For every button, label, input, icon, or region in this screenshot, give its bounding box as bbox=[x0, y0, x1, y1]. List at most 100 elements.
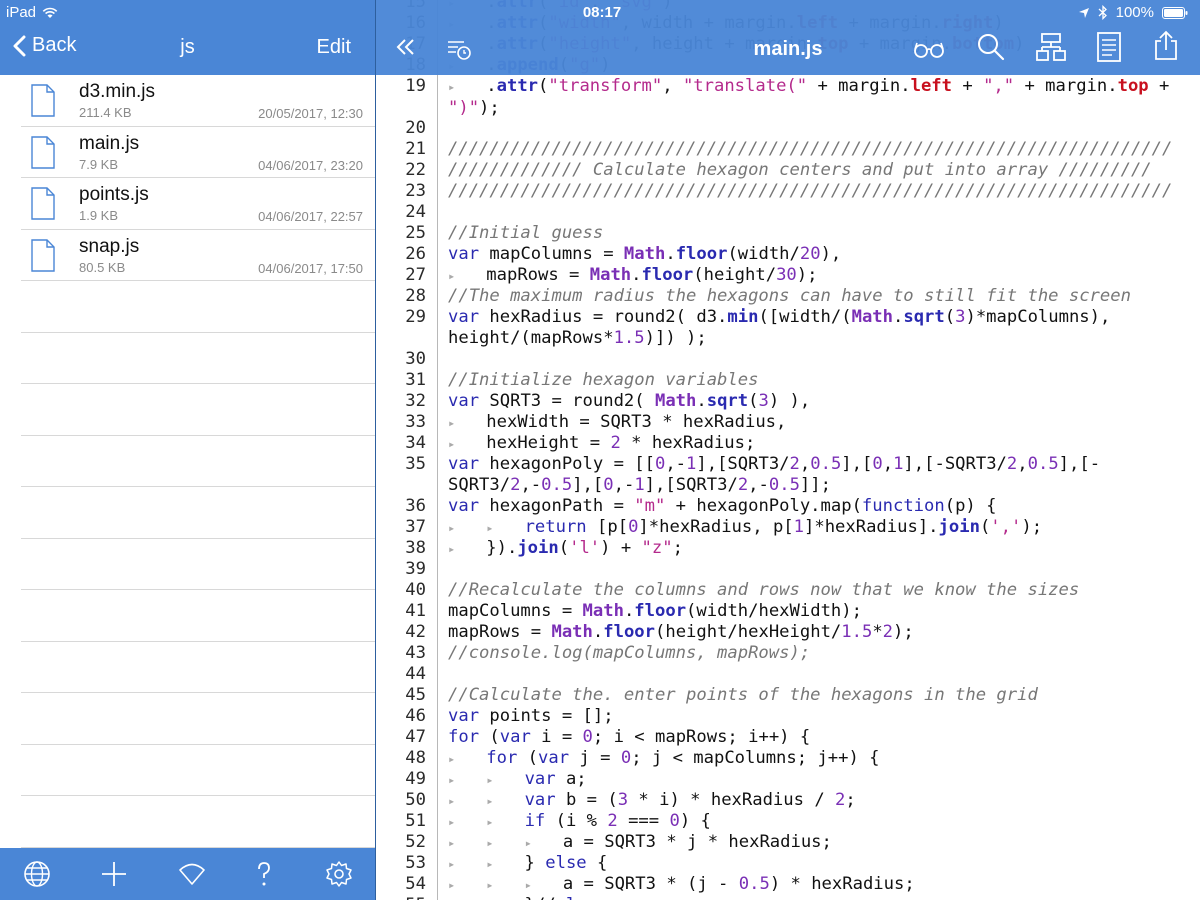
code-line[interactable]: 49 ▸ ▸ var a; bbox=[376, 769, 1200, 790]
code-line[interactable]: 32 var SQRT3 = round2( Math.sqrt(3) ), bbox=[376, 391, 1200, 412]
file-row[interactable]: points.js 1.9 KB 04/06/2017, 22:57 bbox=[21, 178, 375, 230]
code-text[interactable]: //The maximum radius the hexagons can ha… bbox=[448, 286, 1180, 307]
line-number[interactable]: 35 bbox=[376, 454, 426, 475]
code-text[interactable]: //Initialize hexagon variables bbox=[448, 370, 1180, 391]
code-text[interactable]: mapColumns = Math.floor(width/hexWidth); bbox=[448, 601, 1180, 622]
code-line[interactable]: 45 //Calculate the. enter points of the h… bbox=[376, 685, 1200, 706]
line-number[interactable]: 54 bbox=[376, 874, 426, 895]
line-number[interactable]: 19 bbox=[376, 76, 426, 97]
code-text[interactable]: var SQRT3 = round2( Math.sqrt(3) ), bbox=[448, 391, 1180, 412]
code-line[interactable]: 36 var hexagonPath = "m" + hexagonPoly.ma… bbox=[376, 496, 1200, 517]
code-line[interactable]: 29 var hexRadius = round2( d3.min([width/… bbox=[376, 307, 1200, 349]
code-line[interactable]: 46 var points = []; bbox=[376, 706, 1200, 727]
line-number[interactable]: 22 bbox=[376, 160, 426, 181]
code-text[interactable]: ////////////////////////////////////////… bbox=[448, 181, 1180, 202]
line-number[interactable]: 44 bbox=[376, 664, 426, 685]
code-editor[interactable]: 15▸ .attr("id", "svg")16▸ .attr("width",… bbox=[376, 0, 1200, 900]
help-icon[interactable] bbox=[250, 860, 278, 888]
search-icon[interactable] bbox=[976, 32, 1006, 62]
line-number[interactable]: 51 bbox=[376, 811, 426, 832]
line-number[interactable]: 28 bbox=[376, 286, 426, 307]
line-number[interactable]: 40 bbox=[376, 580, 426, 601]
line-number[interactable]: 32 bbox=[376, 391, 426, 412]
line-number[interactable]: 50 bbox=[376, 790, 426, 811]
code-text[interactable]: ▸ hexWidth = SQRT3 * hexRadius, bbox=[448, 412, 1180, 434]
code-text[interactable]: var hexRadius = round2( d3.min([width/(M… bbox=[448, 307, 1180, 349]
plus-icon[interactable] bbox=[100, 860, 128, 888]
code-line[interactable]: 26 var mapColumns = Math.floor(width/20), bbox=[376, 244, 1200, 265]
code-text[interactable]: ▸ ▸ if (i % 2 === 0) { bbox=[448, 811, 1180, 833]
line-number[interactable]: 20 bbox=[376, 118, 426, 139]
edit-button[interactable]: Edit bbox=[317, 36, 351, 59]
code-text[interactable]: //Recalculate the columns and rows now t… bbox=[448, 580, 1180, 601]
code-line[interactable]: 24 bbox=[376, 202, 1200, 223]
back-button[interactable]: Back bbox=[12, 34, 76, 57]
line-number[interactable]: 49 bbox=[376, 769, 426, 790]
file-row[interactable]: snap.js 80.5 KB 04/06/2017, 17:50 bbox=[21, 230, 375, 281]
code-text[interactable]: ▸ ▸ }//else bbox=[448, 895, 1180, 900]
code-line[interactable]: 33 ▸ hexWidth = SQRT3 * hexRadius, bbox=[376, 412, 1200, 433]
line-number[interactable]: 26 bbox=[376, 244, 426, 265]
code-line[interactable]: 25 //Initial guess bbox=[376, 223, 1200, 244]
code-text[interactable]: ▸ ▸ ▸ a = SQRT3 * j * hexRadius; bbox=[448, 832, 1180, 854]
code-line[interactable]: 54 ▸ ▸ ▸ a = SQRT3 * (j - 0.5) * hexRadiu… bbox=[376, 874, 1200, 895]
file-row[interactable]: d3.min.js 211.4 KB 20/05/2017, 12:30 bbox=[21, 75, 375, 127]
code-text[interactable]: mapRows = Math.floor(height/hexHeight/1.… bbox=[448, 622, 1180, 643]
share-icon[interactable] bbox=[1151, 30, 1181, 60]
code-line[interactable]: 43 //console.log(mapColumns, mapRows); bbox=[376, 643, 1200, 664]
line-number[interactable]: 46 bbox=[376, 706, 426, 727]
gear-icon[interactable] bbox=[325, 860, 353, 888]
code-text[interactable]: //Initial guess bbox=[448, 223, 1180, 244]
code-text[interactable]: ▸ ▸ ▸ a = SQRT3 * (j - 0.5) * hexRadius; bbox=[448, 874, 1180, 896]
code-line[interactable]: 44 bbox=[376, 664, 1200, 685]
code-text[interactable]: ▸ ▸ var a; bbox=[448, 769, 1180, 791]
code-text[interactable]: var hexagonPoly = [[0,-1],[SQRT3/2,0.5],… bbox=[448, 454, 1180, 496]
line-number[interactable]: 48 bbox=[376, 748, 426, 769]
line-number[interactable]: 52 bbox=[376, 832, 426, 853]
code-text[interactable]: var points = []; bbox=[448, 706, 1180, 727]
line-number[interactable]: 23 bbox=[376, 181, 426, 202]
code-area[interactable]: 15▸ .attr("id", "svg")16▸ .attr("width",… bbox=[376, 0, 1200, 900]
code-line[interactable]: 28 //The maximum radius the hexagons can … bbox=[376, 286, 1200, 307]
code-line[interactable]: 48 ▸ for (var j = 0; j < mapColumns; j++)… bbox=[376, 748, 1200, 769]
code-text[interactable]: var mapColumns = Math.floor(width/20), bbox=[448, 244, 1180, 265]
code-line[interactable]: 52 ▸ ▸ ▸ a = SQRT3 * j * hexRadius; bbox=[376, 832, 1200, 853]
code-line[interactable]: 40 //Recalculate the columns and rows now… bbox=[376, 580, 1200, 601]
code-text[interactable]: var hexagonPath = "m" + hexagonPoly.map(… bbox=[448, 496, 1180, 517]
line-number[interactable]: 42 bbox=[376, 622, 426, 643]
line-number[interactable]: 43 bbox=[376, 643, 426, 664]
history-icon[interactable] bbox=[446, 36, 472, 62]
code-line[interactable]: 47 for (var i = 0; i < mapRows; i++) { bbox=[376, 727, 1200, 748]
structure-icon[interactable] bbox=[1036, 32, 1066, 62]
code-line[interactable]: 31 //Initialize hexagon variables bbox=[376, 370, 1200, 391]
line-number[interactable]: 53 bbox=[376, 853, 426, 874]
code-line[interactable]: 27 ▸ mapRows = Math.floor(height/30); bbox=[376, 265, 1200, 286]
code-text[interactable]: //Calculate the. enter points of the hex… bbox=[448, 685, 1180, 706]
code-line[interactable]: 19 ▸ .attr("transform", "translate(" + ma… bbox=[376, 76, 1200, 118]
line-number[interactable]: 25 bbox=[376, 223, 426, 244]
line-number[interactable]: 39 bbox=[376, 559, 426, 580]
document-icon[interactable] bbox=[1094, 32, 1124, 62]
code-line[interactable]: 37 ▸ ▸ return [p[0]*hexRadius, p[1]*hexRa… bbox=[376, 517, 1200, 538]
code-text[interactable]: ///////////// Calculate hexagon centers … bbox=[448, 160, 1180, 181]
line-number[interactable]: 47 bbox=[376, 727, 426, 748]
code-line[interactable]: 50 ▸ ▸ var b = (3 * i) * hexRadius / 2; bbox=[376, 790, 1200, 811]
code-text[interactable]: ▸ ▸ var b = (3 * i) * hexRadius / 2; bbox=[448, 790, 1180, 812]
code-line[interactable]: 23 //////////////////////////////////////… bbox=[376, 181, 1200, 202]
code-line[interactable]: 53 ▸ ▸ } else { bbox=[376, 853, 1200, 874]
line-number[interactable]: 33 bbox=[376, 412, 426, 433]
line-number[interactable]: 45 bbox=[376, 685, 426, 706]
line-number[interactable]: 36 bbox=[376, 496, 426, 517]
collapse-icon[interactable] bbox=[393, 34, 419, 60]
code-text[interactable]: ▸ mapRows = Math.floor(height/30); bbox=[448, 265, 1180, 287]
line-number[interactable]: 27 bbox=[376, 265, 426, 286]
wifi-icon[interactable] bbox=[178, 860, 206, 888]
line-number[interactable]: 21 bbox=[376, 139, 426, 160]
line-number[interactable]: 30 bbox=[376, 349, 426, 370]
code-text[interactable]: ▸ }).join('l') + "z"; bbox=[448, 538, 1180, 560]
code-line[interactable]: 51 ▸ ▸ if (i % 2 === 0) { bbox=[376, 811, 1200, 832]
code-line[interactable]: 38 ▸ }).join('l') + "z"; bbox=[376, 538, 1200, 559]
line-number[interactable]: 31 bbox=[376, 370, 426, 391]
code-line[interactable]: 39 bbox=[376, 559, 1200, 580]
code-line[interactable]: 55 ▸ ▸ }//else bbox=[376, 895, 1200, 900]
